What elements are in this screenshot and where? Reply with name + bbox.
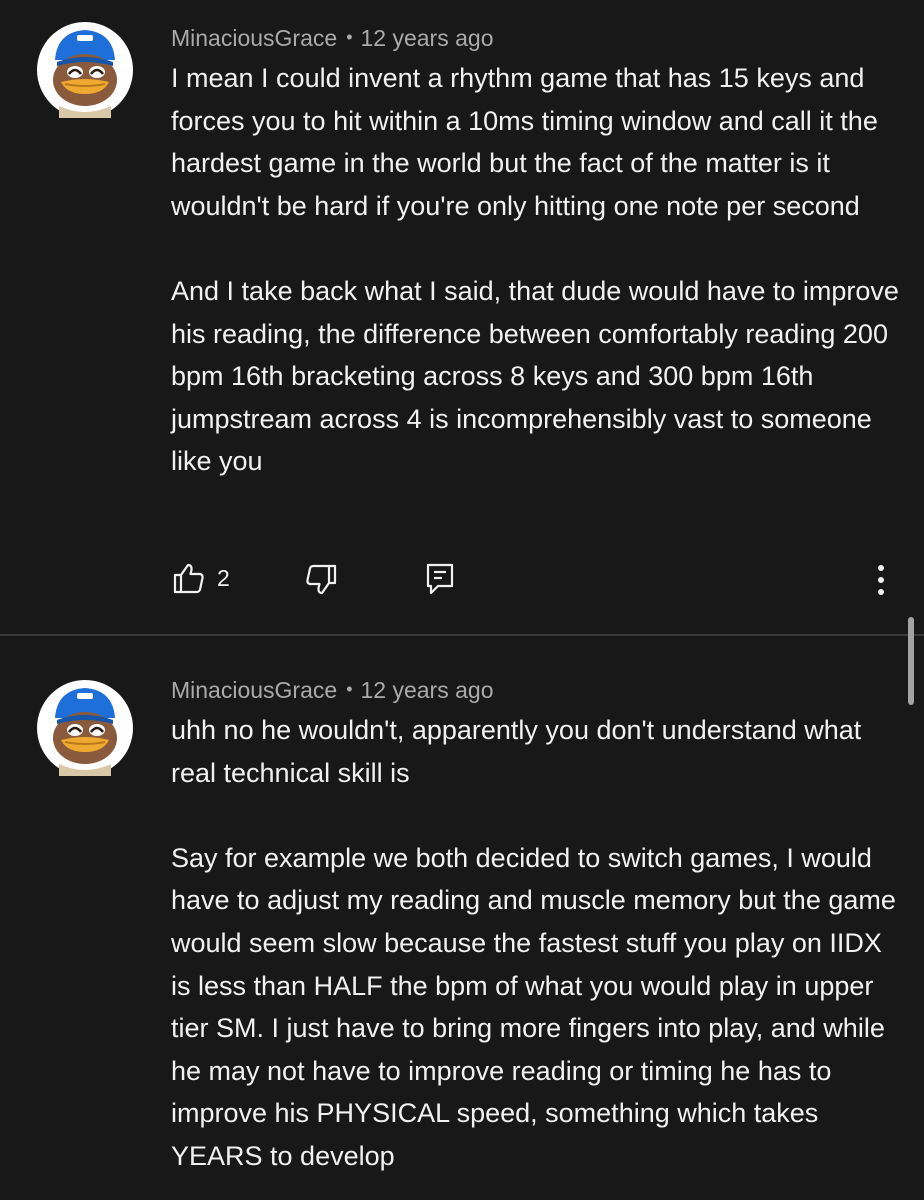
comment-body: I mean I could invent a rhythm game that… [171,57,901,483]
comment-divider [0,634,924,636]
meta-separator: • [346,27,353,47]
comment-meta: MinaciousGrace • 12 years ago [171,25,493,52]
scrollbar-thumb[interactable] [908,617,914,705]
thumbs-down-icon[interactable] [305,564,337,596]
timestamp[interactable]: 12 years ago [361,25,494,51]
comment-paragraph: I mean I could invent a rhythm game that… [171,63,878,221]
more-vertical-icon[interactable] [871,564,891,596]
like-count: 2 [217,565,230,591]
avatar-icon[interactable] [37,680,133,776]
comment-body: uhh no he wouldn't, apparently you don't… [171,709,901,1178]
meta-separator: • [346,679,353,699]
thumbs-up-icon[interactable] [173,562,205,594]
avatar-icon[interactable] [37,22,133,118]
reply-icon[interactable] [425,562,455,596]
comment-paragraph: Say for example we both decided to switc… [171,842,896,1171]
comment-paragraph: uhh no he wouldn't, apparently you don't… [171,715,862,788]
author-name[interactable]: MinaciousGrace [171,677,337,703]
comment-meta: MinaciousGrace • 12 years ago [171,677,493,704]
author-name[interactable]: MinaciousGrace [171,25,337,51]
comment-paragraph: And I take back what I said, that dude w… [171,275,899,477]
comment-actions: 2 [0,558,924,598]
timestamp[interactable]: 12 years ago [361,677,494,703]
